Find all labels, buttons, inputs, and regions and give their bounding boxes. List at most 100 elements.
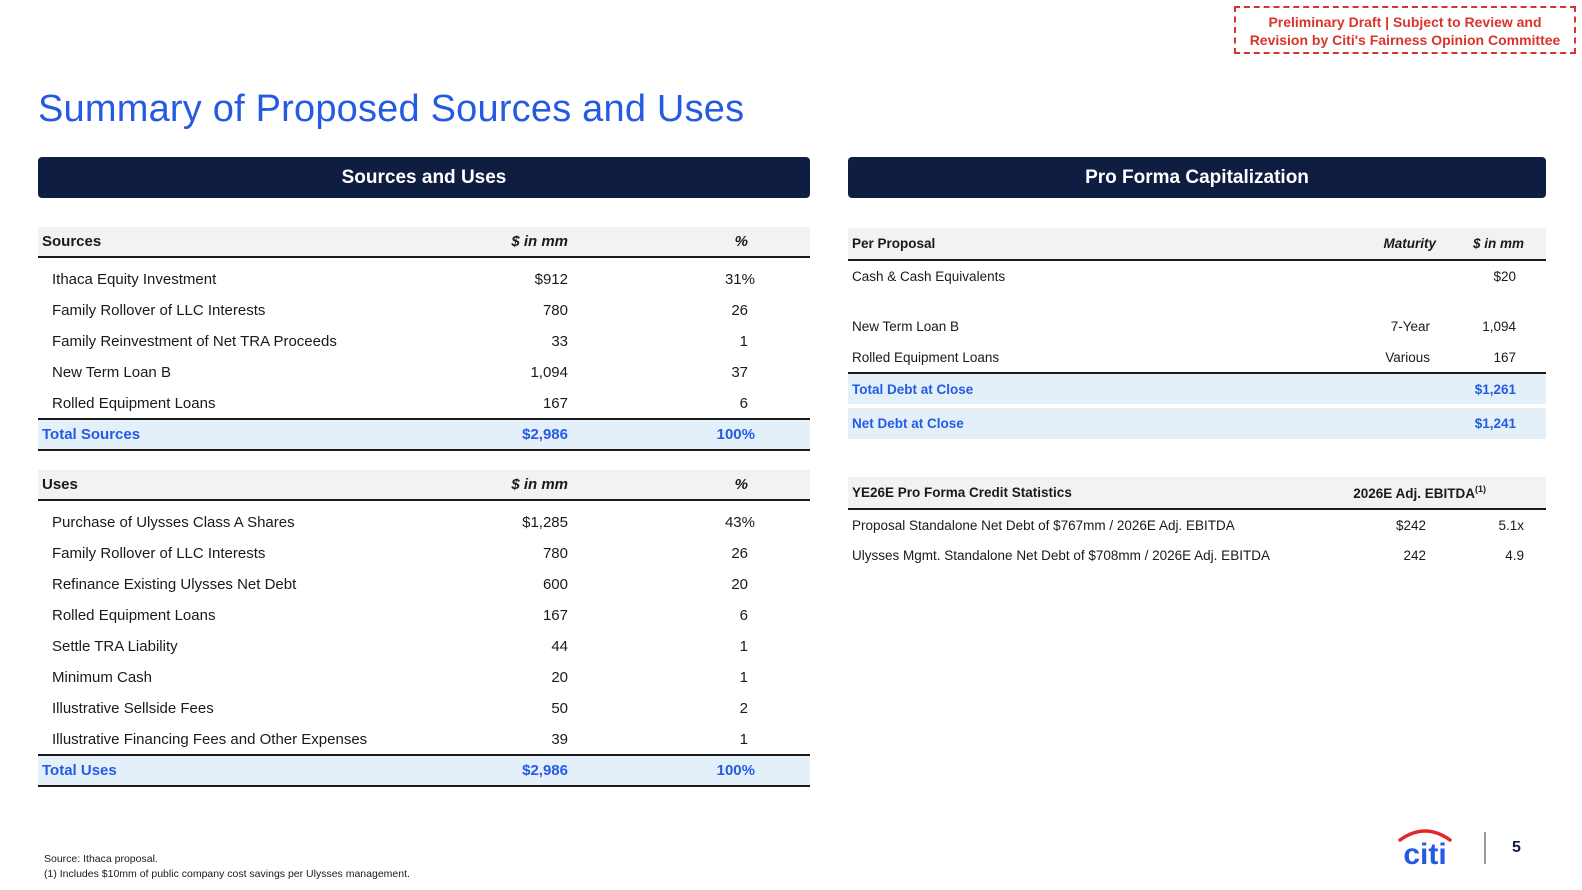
row-label: Illustrative Financing Fees and Other Ex… bbox=[52, 730, 368, 748]
pro-forma-header-label: Per Proposal bbox=[848, 228, 1348, 261]
net-debt-row: Net Debt at Close $1,241 bbox=[848, 408, 1546, 439]
credit-stats-header-ebitda: 2026E Adj. EBITDA(1) bbox=[1328, 477, 1486, 510]
total-uses-row: Total Uses $2,986 100% bbox=[38, 754, 810, 787]
table-row: Rolled Equipment Loans 167 6 bbox=[38, 388, 810, 419]
uses-table: Uses $ in mm % Purchase of Ulysses Class… bbox=[38, 470, 810, 787]
row-label: New Term Loan B bbox=[852, 319, 960, 334]
total-debt-maturity bbox=[1348, 372, 1448, 404]
source-note: Source: Ithaca proposal. bbox=[44, 853, 158, 865]
row-label: Family Rollover of LLC Interests bbox=[52, 545, 266, 562]
row-pct: 37 bbox=[731, 364, 748, 381]
credit-stats-header-row: YE26E Pro Forma Credit Statistics 2026E … bbox=[848, 477, 1546, 510]
row-amount: 50 bbox=[551, 700, 568, 717]
sources-header-pct: % bbox=[606, 227, 810, 258]
row-pct: 26 bbox=[731, 545, 748, 562]
row-maturity bbox=[1348, 260, 1448, 291]
table-row: Minimum Cash 20 1 bbox=[38, 662, 810, 693]
row-amount: 39 bbox=[551, 730, 568, 748]
total-debt-row: Total Debt at Close $1,261 bbox=[848, 372, 1546, 404]
total-debt-amount: $1,261 bbox=[1448, 372, 1546, 404]
table-row: Ulysses Mgmt. Standalone Net Debt of $70… bbox=[848, 540, 1546, 571]
net-debt-label: Net Debt at Close bbox=[848, 408, 1348, 439]
total-amount: $2,986 bbox=[474, 418, 606, 451]
row-ebitda: $242 bbox=[1395, 517, 1426, 533]
row-pct: 1 bbox=[739, 638, 748, 655]
credit-stats-table: YE26E Pro Forma Credit Statistics 2026E … bbox=[848, 477, 1546, 571]
sources-header-row: Sources $ in mm % bbox=[38, 227, 810, 258]
uses-header-row: Uses $ in mm % bbox=[38, 470, 810, 501]
row-pct: 6 bbox=[739, 394, 748, 412]
row-pct: 20 bbox=[731, 576, 748, 593]
pro-forma-header-maturity: Maturity bbox=[1348, 228, 1448, 261]
sources-uses-banner: Sources and Uses bbox=[38, 157, 810, 198]
row-amount: $20 bbox=[1493, 268, 1516, 284]
footnote-marker: (1) bbox=[1475, 484, 1486, 494]
total-label: Total Uses bbox=[38, 754, 474, 787]
table-row: Proposal Standalone Net Debt of $767mm /… bbox=[848, 509, 1546, 540]
table-row: New Term Loan B 1,094 37 bbox=[38, 357, 810, 388]
row-label: Proposal Standalone Net Debt of $767mm /… bbox=[852, 517, 1235, 533]
row-pct: 1 bbox=[739, 333, 748, 350]
table-row: New Term Loan B 7-Year 1,094 bbox=[848, 311, 1546, 342]
row-multiple: 4.9 bbox=[1505, 548, 1524, 563]
row-pct: 2 bbox=[739, 700, 748, 717]
row-amount: $912 bbox=[534, 271, 568, 288]
row-label: New Term Loan B bbox=[52, 364, 171, 381]
credit-stats-header-label: YE26E Pro Forma Credit Statistics bbox=[848, 477, 1328, 510]
row-amount: 167 bbox=[542, 394, 568, 412]
total-pct: 100% bbox=[606, 418, 810, 451]
total-pct: 100% bbox=[606, 754, 810, 787]
sources-table: Sources $ in mm % Ithaca Equity Investme… bbox=[38, 227, 810, 451]
row-amount: 44 bbox=[551, 638, 568, 655]
table-row: Illustrative Sellside Fees 50 2 bbox=[38, 693, 810, 724]
logo-text: citi bbox=[1403, 838, 1446, 868]
row-pct: 26 bbox=[731, 302, 748, 319]
row-pct: 1 bbox=[739, 730, 748, 748]
row-label: Family Reinvestment of Net TRA Proceeds bbox=[52, 333, 337, 350]
draft-notice: Preliminary Draft | Subject to Review an… bbox=[1234, 6, 1576, 54]
table-row: Refinance Existing Ulysses Net Debt 600 … bbox=[38, 569, 810, 600]
divider bbox=[1484, 832, 1486, 864]
citi-logo: citi bbox=[1398, 829, 1452, 868]
table-row: Ithaca Equity Investment $912 31% bbox=[38, 264, 810, 295]
total-amount: $2,986 bbox=[474, 754, 606, 787]
table-row: Family Reinvestment of Net TRA Proceeds … bbox=[38, 326, 810, 357]
row-amount: 1,094 bbox=[1482, 319, 1516, 334]
row-amount: $1,285 bbox=[522, 514, 568, 531]
row-label: Ithaca Equity Investment bbox=[52, 271, 217, 288]
net-debt-amount: $1,241 bbox=[1448, 408, 1546, 439]
total-label: Total Sources bbox=[38, 418, 474, 451]
sources-header-label: Sources bbox=[38, 227, 474, 258]
ebitda-header-text: 2026E Adj. EBITDA bbox=[1353, 486, 1475, 501]
row-label: Cash & Cash Equivalents bbox=[852, 268, 1006, 284]
row-ebitda: 242 bbox=[1403, 548, 1426, 563]
row-label: Purchase of Ulysses Class A Shares bbox=[52, 514, 295, 531]
pro-forma-header-amount: $ in mm bbox=[1448, 228, 1546, 261]
row-amount: 1,094 bbox=[530, 364, 568, 381]
table-row: Rolled Equipment Loans 167 6 bbox=[38, 600, 810, 631]
row-label: Rolled Equipment Loans bbox=[52, 394, 216, 412]
total-sources-row: Total Sources $2,986 100% bbox=[38, 418, 810, 451]
table-row: Rolled Equipment Loans Various 167 bbox=[848, 342, 1546, 373]
row-maturity: Various bbox=[1385, 349, 1430, 365]
page-title: Summary of Proposed Sources and Uses bbox=[38, 88, 745, 130]
row-amount: 167 bbox=[1493, 349, 1516, 365]
row-amount: 167 bbox=[542, 607, 568, 624]
table-row: Family Rollover of LLC Interests 780 26 bbox=[38, 295, 810, 326]
row-label: Ulysses Mgmt. Standalone Net Debt of $70… bbox=[852, 548, 1270, 563]
pro-forma-header-row: Per Proposal Maturity $ in mm bbox=[848, 228, 1546, 261]
row-pct: 1 bbox=[739, 669, 748, 686]
row-label: Minimum Cash bbox=[52, 669, 153, 686]
uses-header-pct: % bbox=[606, 470, 810, 501]
row-amount: 780 bbox=[542, 545, 568, 562]
table-row: Cash & Cash Equivalents $20 bbox=[848, 260, 1546, 291]
row-label: Rolled Equipment Loans bbox=[852, 349, 1000, 365]
footnote-1: (1) Includes $10mm of public company cos… bbox=[44, 868, 410, 880]
row-amount: 20 bbox=[551, 669, 568, 686]
uses-header-amount: $ in mm bbox=[474, 470, 606, 501]
row-maturity: 7-Year bbox=[1390, 319, 1430, 334]
row-pct: 6 bbox=[739, 607, 748, 624]
total-debt-label: Total Debt at Close bbox=[848, 372, 1348, 404]
row-label: Illustrative Sellside Fees bbox=[52, 700, 214, 717]
pro-forma-table: Per Proposal Maturity $ in mm Cash & Cas… bbox=[848, 228, 1546, 439]
